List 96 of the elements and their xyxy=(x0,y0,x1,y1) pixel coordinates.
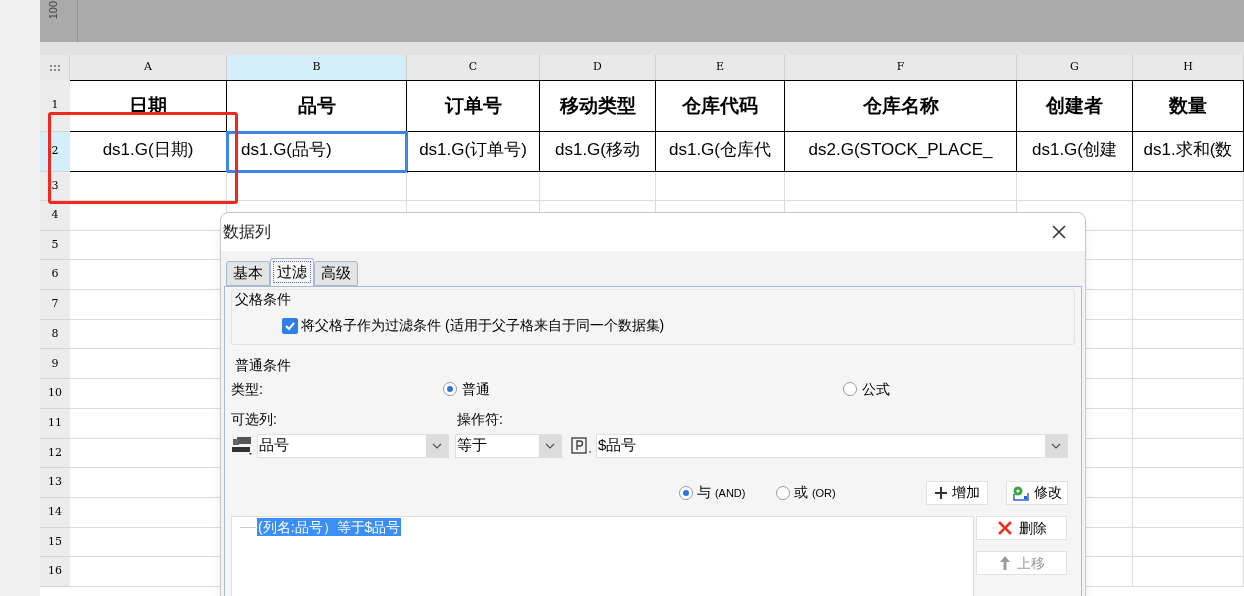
header-cell[interactable]: 品号 xyxy=(227,80,407,132)
table-cell[interactable]: ds1.G(创建 xyxy=(1017,132,1133,172)
chevron-down-icon xyxy=(1051,442,1061,449)
row-number[interactable]: 16 xyxy=(40,557,70,587)
column-header[interactable]: E xyxy=(656,55,785,80)
chevron-down-icon xyxy=(545,442,555,449)
column-header[interactable]: G xyxy=(1017,55,1133,80)
table-cell[interactable] xyxy=(1133,172,1244,201)
dialog-title: 数据列 xyxy=(223,222,271,242)
row-number[interactable]: 11 xyxy=(40,408,70,439)
parameter-icon[interactable] xyxy=(570,435,594,456)
row-number[interactable]: 13 xyxy=(40,468,70,498)
table-cell[interactable] xyxy=(1133,379,1244,409)
column-header[interactable]: F xyxy=(785,55,1017,80)
row-number[interactable]: 9 xyxy=(40,349,70,380)
table-cell[interactable] xyxy=(1133,438,1244,469)
row-number[interactable]: 10 xyxy=(40,379,70,409)
table-cell[interactable] xyxy=(1133,527,1244,558)
chevron-down-icon xyxy=(432,442,442,449)
column-header[interactable]: D xyxy=(540,55,656,80)
row-number[interactable]: 15 xyxy=(40,527,70,558)
table-cell[interactable] xyxy=(407,172,540,201)
table-cell[interactable]: ds1.G(订单号) xyxy=(407,132,540,172)
table-cell[interactable] xyxy=(227,172,407,201)
table-cell[interactable] xyxy=(70,172,227,201)
row-number[interactable]: 7 xyxy=(40,290,70,320)
field-label: 操作符: xyxy=(457,409,503,429)
table-cell[interactable]: ds1.G(移动 xyxy=(540,132,656,172)
table-cell[interactable] xyxy=(1133,290,1244,320)
header-cell[interactable]: 数量 xyxy=(1133,80,1244,132)
table-cell[interactable]: ds1.G(品号) xyxy=(227,132,407,172)
radio-label: 公式 xyxy=(862,379,890,399)
field-label: 可选列: xyxy=(231,409,278,429)
radio-button[interactable] xyxy=(843,382,857,396)
radio-button[interactable] xyxy=(679,485,693,500)
row-number[interactable]: 1 xyxy=(40,80,70,132)
radio-label: 或 (OR) xyxy=(794,483,836,502)
row-number[interactable]: 6 xyxy=(40,260,70,291)
table-cell[interactable]: ds1.G(仓库代 xyxy=(656,132,785,172)
checkbox[interactable] xyxy=(282,317,298,334)
section-title: 普通条件 xyxy=(234,356,292,374)
tab[interactable]: 基本 xyxy=(226,261,270,286)
table-cell[interactable] xyxy=(1133,497,1244,528)
arrow-up-icon xyxy=(998,555,1011,571)
table-cell[interactable]: ds2.G(STOCK_PLACE_ xyxy=(785,132,1017,172)
row-number[interactable]: 12 xyxy=(40,438,70,469)
operator-dropdown[interactable]: 等于 xyxy=(455,433,562,458)
delete-button[interactable]: 删除 xyxy=(976,516,1067,540)
table-cell[interactable] xyxy=(1133,260,1244,291)
header-cell[interactable]: 移动类型 xyxy=(540,80,656,132)
checkbox-label: 将父格子作为过滤条件 (适用于父子格来自于同一个数据集) xyxy=(301,316,665,335)
tab[interactable]: 过滤 xyxy=(270,258,314,286)
table-cell[interactable]: ds1.G(日期) xyxy=(70,132,227,172)
table-cell[interactable] xyxy=(785,172,1017,201)
header-cell[interactable]: 仓库名称 xyxy=(785,80,1017,132)
add-button[interactable]: 增加 xyxy=(926,480,988,505)
table-cell[interactable] xyxy=(1133,319,1244,350)
plus-icon xyxy=(934,486,947,499)
value-field[interactable]: $品号 xyxy=(596,433,1068,458)
section-title: 父格条件 xyxy=(234,290,292,308)
edit-button[interactable]: 修改 xyxy=(1006,480,1068,505)
ruler-label: 100 xyxy=(45,1,60,20)
header-cell[interactable]: 创建者 xyxy=(1017,80,1133,132)
radio-label: 与 (AND) xyxy=(697,483,746,502)
header-cell[interactable]: 仓库代码 xyxy=(656,80,785,132)
table-cell[interactable] xyxy=(1133,408,1244,439)
cross-icon xyxy=(996,520,1013,536)
field-label: 类型: xyxy=(231,379,264,399)
gear-icon xyxy=(1012,484,1030,501)
close-icon[interactable] xyxy=(1051,224,1067,240)
table-cell[interactable] xyxy=(1133,468,1244,498)
corner-cell[interactable] xyxy=(40,55,70,80)
table-cell[interactable] xyxy=(540,172,656,201)
table-cell[interactable] xyxy=(656,172,785,201)
radio-label: 普通 xyxy=(462,379,490,399)
table-cell[interactable] xyxy=(1017,172,1133,201)
table-cell[interactable] xyxy=(1133,230,1244,261)
column-header[interactable]: H xyxy=(1133,55,1244,80)
column-type-icon[interactable] xyxy=(231,434,255,457)
tab[interactable]: 高级 xyxy=(314,261,358,286)
table-cell[interactable] xyxy=(1133,349,1244,380)
column-header[interactable]: B xyxy=(227,55,407,80)
radio-button[interactable] xyxy=(776,485,790,500)
row-number[interactable]: 14 xyxy=(40,497,70,528)
row-number[interactable]: 4 xyxy=(40,201,70,231)
row-number[interactable]: 8 xyxy=(40,319,70,350)
column-dropdown[interactable]: 品号 xyxy=(257,433,449,458)
table-cell[interactable] xyxy=(1133,557,1244,587)
column-header[interactable]: C xyxy=(407,55,540,80)
header-cell[interactable]: 订单号 xyxy=(407,80,540,132)
row-number[interactable]: 5 xyxy=(40,230,70,261)
column-header[interactable]: A xyxy=(70,55,227,80)
table-cell[interactable]: ds1.求和(数 xyxy=(1133,132,1244,172)
grid-icon[interactable] xyxy=(48,63,61,72)
radio-button[interactable] xyxy=(443,382,457,396)
table-cell[interactable] xyxy=(1133,201,1244,231)
